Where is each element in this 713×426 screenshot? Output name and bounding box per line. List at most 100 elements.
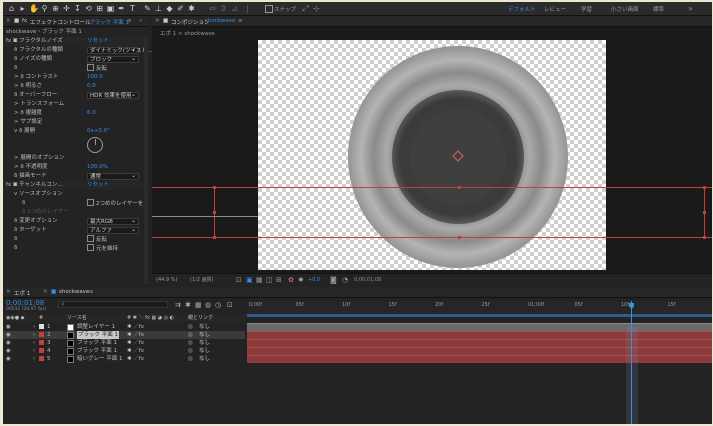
type-tool-icon[interactable]: T (128, 4, 137, 13)
handle-tl[interactable] (213, 186, 216, 189)
workspace-more-icon[interactable]: » (686, 4, 695, 13)
visibility-eye-icon[interactable]: ◉ (6, 355, 11, 363)
hand-tool-icon[interactable]: ✋ (29, 4, 39, 13)
expand-arrow-icon[interactable]: › (33, 331, 35, 339)
comp-lock-icon[interactable]: ■ (163, 18, 168, 24)
layer-duration-bar[interactable] (247, 323, 712, 331)
effect-controls-tab-label[interactable]: エフェクトコントロール (30, 18, 91, 26)
property-value[interactable]: 0x+0.0° (87, 127, 110, 136)
visibility-eye-icon[interactable]: ◉ (6, 331, 11, 339)
snap-checkbox[interactable] (265, 5, 273, 13)
parent-dropdown[interactable]: なし (199, 331, 210, 339)
handle-bl[interactable] (213, 236, 216, 239)
property-value[interactable]: リセット (87, 37, 109, 46)
layer-duration-bar[interactable] (247, 355, 712, 363)
snapshot-icon[interactable]: ◙ (330, 274, 337, 286)
layer-search-input[interactable]: ⚲ (58, 301, 168, 308)
parent-pickwhip-icon[interactable]: ◎ (188, 355, 193, 363)
layer-duration-bar[interactable] (247, 347, 712, 355)
panel-menu-icon[interactable]: ≡ (127, 18, 132, 24)
effect-property-row[interactable]: fx 🞕 フラクタルノイズ リセット (3, 37, 149, 46)
property-value[interactable]: 100.0 (87, 73, 103, 82)
handle-ml[interactable] (213, 211, 216, 214)
effect-property-row[interactable]: ð 反転 (3, 235, 149, 244)
comp-flow-icon[interactable]: ⇉ (175, 301, 181, 309)
selection-tool-icon[interactable]: ▸ (18, 4, 27, 13)
zoom-tool-icon[interactable]: ⚲ (40, 4, 49, 13)
mask-icon[interactable]: ◫ (266, 274, 273, 286)
angle-dial-icon[interactable] (87, 137, 103, 153)
roto-brush-tool-icon[interactable]: ✐ (176, 4, 185, 13)
effect-property-row[interactable]: ð 元を維持 (3, 244, 149, 253)
layer-row[interactable]: ◉ › 4 ブラック 平面 1 ✱ ／fx ◎ なし (3, 347, 245, 355)
handle-br[interactable] (703, 236, 706, 239)
layer-row[interactable]: ◉ › 3 ブラック 平面 1 ✱ ／fx ◎ なし (3, 339, 245, 347)
checkbox-box[interactable] (87, 235, 94, 242)
effect-property-row[interactable]: fx 🞕 チャンネルコン… リセット (3, 181, 149, 190)
effect-property-row[interactable]: ð フラクタルの種類 ダイナミック(ツイスト… (3, 46, 152, 55)
effect-property-row[interactable]: > 展開のオプション (3, 154, 149, 163)
snap-target-icon[interactable]: ⊹ (312, 4, 321, 13)
parent-dropdown[interactable]: なし (199, 347, 210, 355)
property-dropdown[interactable]: ブロック (87, 55, 139, 63)
puppet-tool-icon[interactable]: ✱ (187, 4, 196, 13)
pan-tool-icon[interactable]: ✛ (62, 4, 71, 13)
show-snapshot-icon[interactable]: ◔ (342, 274, 348, 286)
time-ruler[interactable]: 0;00f 05f 10f 15f 20f 25f 01;00f 05f 10f 15f (247, 301, 712, 313)
expand-arrow-icon[interactable]: › (33, 355, 35, 363)
effect-property-row[interactable]: v ð 展開 0x+0.0° (3, 127, 149, 136)
layer-switches[interactable]: ✱ ／fx (127, 339, 144, 347)
effect-property-row[interactable]: > サブ設定 (3, 118, 149, 127)
color-icon[interactable]: ✿ (288, 274, 294, 286)
layer-name[interactable]: ブラック 平面 1 (77, 331, 119, 339)
checkbox-box[interactable] (87, 199, 94, 206)
label-color-chip[interactable] (39, 332, 44, 337)
effect-property-row[interactable]: > ð コントラスト 100.0 (3, 73, 149, 82)
parent-dropdown[interactable]: なし (199, 355, 210, 363)
draft-3d-icon[interactable]: ✱ (185, 301, 191, 309)
align-icon[interactable]: ⇔ (208, 4, 217, 13)
effect-property-row[interactable]: > ð 複雑度 6.0 (3, 109, 149, 118)
property-value[interactable]: 6.0 (87, 109, 96, 118)
composition-tab-comp[interactable]: shockwave (205, 18, 235, 24)
property-dropdown[interactable]: ダイナミック(ツイスト… (87, 46, 152, 54)
checkbox-box[interactable] (87, 244, 94, 251)
layer-switches[interactable]: ✱ ／fx (127, 331, 144, 339)
home-icon[interactable]: ⌂ (7, 4, 16, 13)
effect-property-row[interactable]: > ð 明るさ 0.0 (3, 82, 149, 91)
parent-pickwhip-icon[interactable]: ◎ (188, 331, 193, 339)
pen-tool-icon[interactable]: ✒ (117, 4, 126, 13)
grid-icon[interactable]: ⊞ (276, 274, 282, 286)
layer-name[interactable]: 調整レイヤー 1 (77, 323, 115, 331)
timeline-menu-icon[interactable]: ≡ (89, 289, 94, 295)
timeline-close-icon-2[interactable]: ✕ (43, 289, 48, 295)
workspace-learn[interactable]: 学習 (581, 5, 592, 13)
layer-switches[interactable]: ✱ ／fx (127, 347, 144, 355)
anchor-tool-icon[interactable]: ⊞ (95, 4, 104, 13)
effect-property-row[interactable]: ð 2つめのレイヤーを (3, 199, 149, 208)
composition-tab-label[interactable]: コンポジション (171, 18, 210, 26)
effect-property-row[interactable]: ð 変更オプション 最大RGB (3, 217, 149, 226)
brush-tool-icon[interactable]: ✎ (143, 4, 152, 13)
magnification-dropdown[interactable]: (44.9 %) (156, 274, 177, 286)
effect-property-row[interactable]: v ソースオプション (3, 190, 149, 199)
frame-blend-icon[interactable]: ◍ (205, 301, 211, 309)
layer-name[interactable]: ブラック 平面 1 (77, 339, 117, 347)
effect-property-row[interactable]: ð 描画モード 通常 (3, 172, 149, 181)
effect-controls-scrollbar[interactable] (144, 38, 148, 284)
label-color-chip[interactable] (39, 356, 44, 361)
effect-property-row[interactable]: ð 2つめのレイヤー (3, 208, 149, 217)
workspace-small-screen[interactable]: 小さい画面 (611, 5, 639, 13)
property-dropdown[interactable]: アルファ (87, 226, 139, 234)
handle-bc[interactable] (458, 236, 461, 239)
visibility-eye-icon[interactable]: ◉ (6, 339, 11, 347)
timeline-tab-1[interactable]: エポ 1 (14, 289, 30, 297)
label-color-chip[interactable] (39, 348, 44, 353)
layer-row[interactable]: ◉ › 5 暗いグレー 平面 1 ✱ ／fx ◎ なし (3, 355, 245, 363)
workspace-review[interactable]: レビュー (544, 5, 566, 13)
comp-close-icon[interactable]: ✕ (155, 18, 160, 24)
timeline-close-icon[interactable]: ✕ (6, 289, 11, 295)
source-name-header[interactable]: ソース名 (67, 314, 87, 322)
rectangle-tool-icon[interactable]: ▣ (106, 4, 115, 13)
visibility-eye-icon[interactable]: ◉ (6, 347, 11, 355)
